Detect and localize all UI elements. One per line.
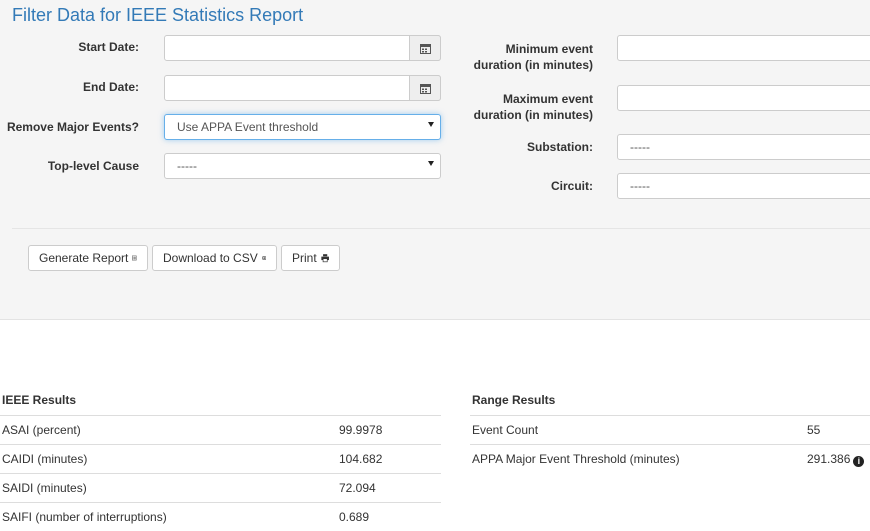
row-label: CAIDI (minutes) bbox=[2, 452, 87, 466]
chevron-down-icon bbox=[428, 122, 434, 127]
generate-report-button[interactable]: Generate Report bbox=[28, 245, 148, 271]
row-label: APPA Major Event Threshold (minutes) bbox=[472, 452, 680, 466]
max-duration-input[interactable] bbox=[617, 85, 870, 111]
substation-value: ----- bbox=[630, 140, 650, 154]
min-duration-label-line2: duration (in minutes) bbox=[460, 57, 593, 73]
table-row: APPA Major Event Threshold (minutes) 291.… bbox=[470, 444, 870, 473]
min-duration-label-line1: Minimum event bbox=[460, 41, 593, 57]
min-duration-input[interactable] bbox=[617, 35, 870, 61]
circuit-select[interactable]: ----- bbox=[617, 173, 870, 199]
row-value-text: 72.094 bbox=[339, 481, 376, 495]
max-duration-label-line2: duration (in minutes) bbox=[460, 107, 593, 123]
start-date-calendar-button[interactable] bbox=[409, 35, 441, 61]
table-row: CAIDI (minutes) 104.682 bbox=[0, 444, 441, 473]
top-level-cause-label: Top-level Cause bbox=[20, 159, 139, 173]
remove-major-events-select[interactable]: Use APPA Event threshold bbox=[164, 114, 441, 140]
range-results-title: Range Results bbox=[472, 393, 555, 407]
table-row: SAIDI (minutes) 72.094 bbox=[0, 473, 441, 502]
filter-panel: Filter Data for IEEE Statistics Report S… bbox=[0, 0, 870, 320]
end-date-label: End Date: bbox=[20, 80, 139, 94]
print-icon bbox=[321, 252, 329, 264]
print-button[interactable]: Print bbox=[281, 245, 340, 271]
print-label: Print bbox=[292, 251, 317, 265]
download-csv-button[interactable]: Download to CSV bbox=[152, 245, 277, 271]
row-value: 55 bbox=[807, 423, 820, 437]
row-label: SAIFI (number of interruptions) bbox=[2, 510, 167, 524]
end-date-calendar-button[interactable] bbox=[409, 75, 441, 101]
calendar-icon bbox=[420, 43, 431, 54]
row-label: SAIDI (minutes) bbox=[2, 481, 87, 495]
row-value: 104.682 bbox=[339, 452, 382, 466]
circuit-label: Circuit: bbox=[460, 179, 593, 193]
remove-major-events-label: Remove Major Events? bbox=[0, 120, 139, 134]
min-duration-label: Minimum event duration (in minutes) bbox=[460, 41, 593, 73]
row-value: 0.689 bbox=[339, 510, 369, 524]
info-icon[interactable]: i bbox=[853, 456, 864, 467]
row-value: 72.094 bbox=[339, 481, 376, 495]
chevron-down-icon bbox=[428, 161, 434, 166]
max-duration-label-line1: Maximum event bbox=[460, 91, 593, 107]
generate-report-label: Generate Report bbox=[39, 251, 128, 265]
remove-major-events-value: Use APPA Event threshold bbox=[177, 120, 318, 134]
list-alt-icon bbox=[132, 252, 137, 264]
download-circle-icon bbox=[262, 252, 266, 264]
end-date-input[interactable] bbox=[164, 75, 441, 101]
substation-label: Substation: bbox=[460, 140, 593, 154]
circuit-value: ----- bbox=[630, 179, 650, 193]
row-value-text: 55 bbox=[807, 423, 820, 437]
row-value-text: 0.689 bbox=[339, 510, 369, 524]
row-value: 99.9978 bbox=[339, 423, 382, 437]
top-level-cause-value: ----- bbox=[177, 159, 197, 173]
row-value: 291.386i bbox=[807, 452, 864, 467]
row-label: Event Count bbox=[472, 423, 538, 437]
calendar-icon bbox=[420, 83, 431, 94]
top-level-cause-select[interactable]: ----- bbox=[164, 153, 441, 179]
row-value-text: 99.9978 bbox=[339, 423, 382, 437]
start-date-input[interactable] bbox=[164, 35, 441, 61]
row-label: ASAI (percent) bbox=[2, 423, 81, 437]
form-divider bbox=[12, 228, 870, 229]
page-title: Filter Data for IEEE Statistics Report bbox=[12, 5, 303, 26]
download-csv-label: Download to CSV bbox=[163, 251, 258, 265]
table-row: Event Count 55 bbox=[470, 415, 870, 444]
table-row: ASAI (percent) 99.9978 bbox=[0, 415, 441, 444]
ieee-results-title: IEEE Results bbox=[2, 393, 76, 407]
row-value-text: 291.386 bbox=[807, 452, 850, 466]
max-duration-label: Maximum event duration (in minutes) bbox=[460, 91, 593, 123]
row-value-text: 104.682 bbox=[339, 452, 382, 466]
substation-select[interactable]: ----- bbox=[617, 134, 870, 160]
start-date-label: Start Date: bbox=[20, 40, 139, 54]
